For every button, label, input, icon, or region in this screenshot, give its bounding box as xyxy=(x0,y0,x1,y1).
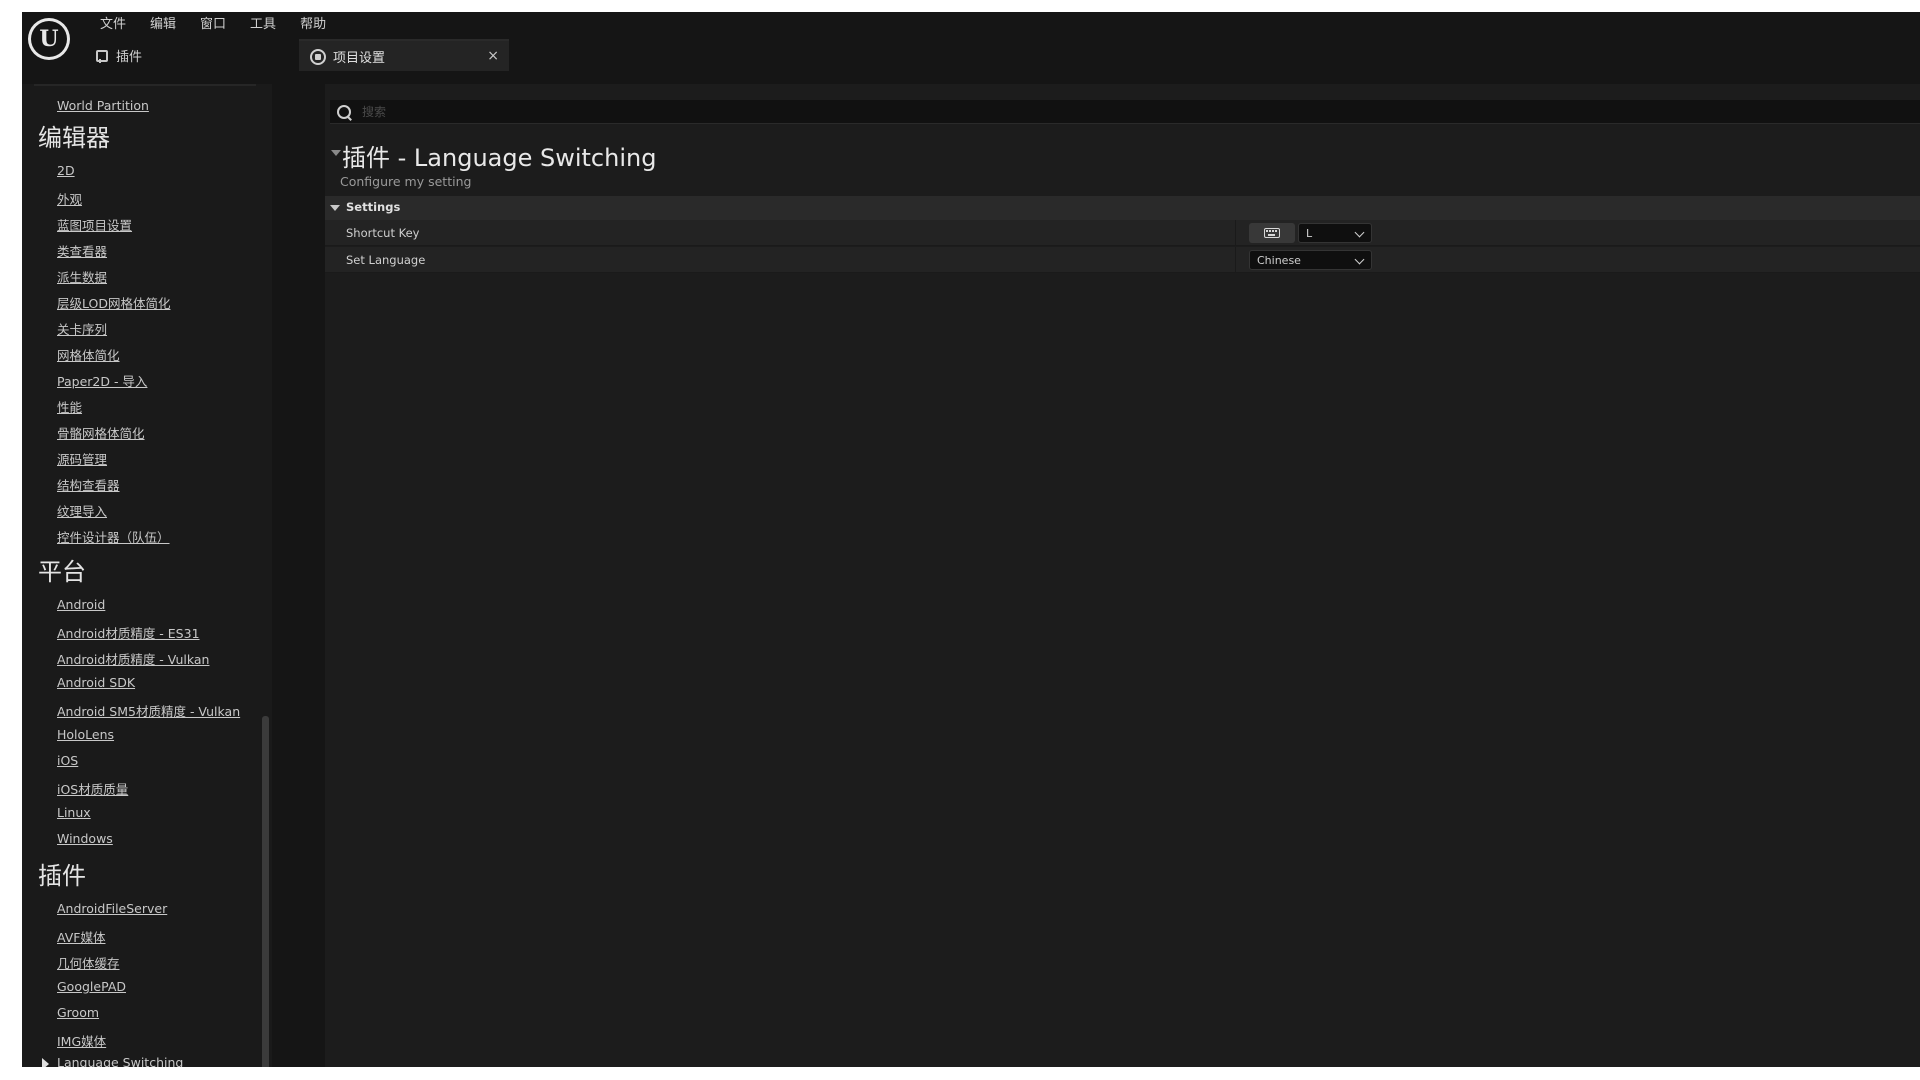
nav-link[interactable]: Linux xyxy=(57,805,91,820)
search-input[interactable] xyxy=(360,103,860,120)
editor-window: U 文件 编辑 窗口 工具 帮助 插件 项目设置 × World Partiti… xyxy=(22,12,1920,1067)
category-label: Settings xyxy=(346,200,401,214)
section-heading-editor: 编辑器 xyxy=(38,124,110,152)
menu-file[interactable]: 文件 xyxy=(88,15,138,35)
key-capture-button[interactable] xyxy=(1249,223,1295,243)
nav-link[interactable]: Paper2D - 导入 xyxy=(57,371,147,390)
nav-link-language-switching[interactable]: Language Switching xyxy=(57,1055,183,1067)
category-caret-icon[interactable] xyxy=(330,205,340,211)
nav-link[interactable]: Android材质精度 - Vulkan xyxy=(57,649,209,668)
nav-link[interactable]: 2D xyxy=(57,163,75,178)
nav-link[interactable]: 层级LOD网格体简化 xyxy=(57,293,170,312)
menu-help[interactable]: 帮助 xyxy=(288,15,338,35)
sidebar-scrollbar[interactable] xyxy=(262,716,269,1067)
nav-link[interactable]: 关卡序列 xyxy=(57,319,107,338)
nav-link[interactable]: Android SM5材质精度 - Vulkan xyxy=(57,701,240,720)
unreal-logo-icon[interactable]: U xyxy=(28,18,70,60)
nav-link[interactable]: 性能 xyxy=(57,397,82,416)
nav-link[interactable]: Android SDK xyxy=(57,675,135,690)
nav-link[interactable]: IMG媒体 xyxy=(57,1031,106,1050)
property-row-set-language: Set Language Chinese xyxy=(325,247,1920,273)
nav-link[interactable]: 纹理导入 xyxy=(57,501,107,520)
scroll-shadow xyxy=(34,84,256,86)
keyboard-icon xyxy=(1264,228,1280,238)
property-row-shortcut-key: Shortcut Key L xyxy=(325,220,1920,246)
menu-window[interactable]: 窗口 xyxy=(188,15,238,35)
nav-link[interactable]: 派生数据 xyxy=(57,267,107,286)
nav-link[interactable]: 外观 xyxy=(57,189,82,208)
nav-link[interactable]: AndroidFileServer xyxy=(57,901,167,916)
title-bar: U 文件 编辑 窗口 工具 帮助 插件 项目设置 × xyxy=(22,12,1920,84)
nav-link[interactable]: 网格体简化 xyxy=(57,345,120,364)
dropdown-value: Chinese xyxy=(1257,253,1301,267)
plugin-breadcrumb-label: 插件 xyxy=(116,50,143,65)
section-title: 插件 - Language Switching xyxy=(342,144,657,172)
nav-link[interactable]: Windows xyxy=(57,831,113,846)
section-header: 插件 - Language Switching Configure my set… xyxy=(325,136,1920,196)
nav-link[interactable]: 几何体缓存 xyxy=(57,953,120,972)
nav-link[interactable]: HoloLens xyxy=(57,727,114,742)
nav-link[interactable]: Groom xyxy=(57,1005,99,1020)
category-settings[interactable]: Settings xyxy=(325,196,1920,220)
menu-tools[interactable]: 工具 xyxy=(238,15,288,35)
nav-link[interactable]: 蓝图项目设置 xyxy=(57,215,132,234)
nav-link[interactable]: 结构查看器 xyxy=(57,475,120,494)
menu-bar: 文件 编辑 窗口 工具 帮助 xyxy=(88,15,338,35)
tab-project-settings[interactable]: 项目设置 × xyxy=(299,39,509,71)
settings-details-panel: 插件 - Language Switching Configure my set… xyxy=(325,84,1920,1067)
property-label: Set Language xyxy=(346,253,426,267)
triangle-right-icon xyxy=(42,1058,49,1067)
menu-edit[interactable]: 编辑 xyxy=(138,15,188,35)
nav-link[interactable]: 类查看器 xyxy=(57,241,107,260)
search-icon xyxy=(336,104,352,120)
chevron-down-icon xyxy=(1354,227,1365,238)
section-description: Configure my setting xyxy=(340,174,472,189)
chevron-down-icon xyxy=(1354,254,1365,265)
nav-link-world-partition[interactable]: World Partition xyxy=(57,98,149,113)
section-heading-platforms: 平台 xyxy=(38,558,86,586)
section-heading-plugins: 插件 xyxy=(38,862,86,890)
column-splitter[interactable] xyxy=(1235,220,1236,246)
settings-nav-panel: World Partition 编辑器 2D 外观 蓝图项目设置 类查看器 派生… xyxy=(22,84,272,1067)
nav-item-selected[interactable]: Language Switching xyxy=(22,1053,262,1067)
language-dropdown[interactable]: Chinese xyxy=(1249,250,1372,270)
dropdown-value: L xyxy=(1306,226,1313,240)
nav-link[interactable]: iOS材质质量 xyxy=(57,779,128,798)
close-icon[interactable]: × xyxy=(487,48,499,64)
nav-link[interactable]: iOS xyxy=(57,753,78,768)
nav-link[interactable]: Android材质精度 - ES31 xyxy=(57,623,200,642)
plugin-icon xyxy=(94,49,108,63)
nav-link[interactable]: 源码管理 xyxy=(57,449,107,468)
nav-link[interactable]: GooglePAD xyxy=(57,979,126,994)
column-splitter[interactable] xyxy=(1235,247,1236,273)
search-box[interactable] xyxy=(330,100,1920,124)
collapse-caret-icon[interactable] xyxy=(331,150,341,156)
nav-link[interactable]: AVF媒体 xyxy=(57,927,106,946)
nav-link[interactable]: Android xyxy=(57,597,105,612)
tab-label: 项目设置 xyxy=(333,50,386,66)
plugin-breadcrumb[interactable]: 插件 xyxy=(94,46,142,65)
property-label: Shortcut Key xyxy=(346,226,420,240)
nav-link[interactable]: 骨骼网格体简化 xyxy=(57,423,145,442)
shortcut-key-dropdown[interactable]: L xyxy=(1298,223,1372,243)
settings-icon xyxy=(309,48,326,65)
nav-link[interactable]: 控件设计器（队伍） xyxy=(57,527,170,546)
